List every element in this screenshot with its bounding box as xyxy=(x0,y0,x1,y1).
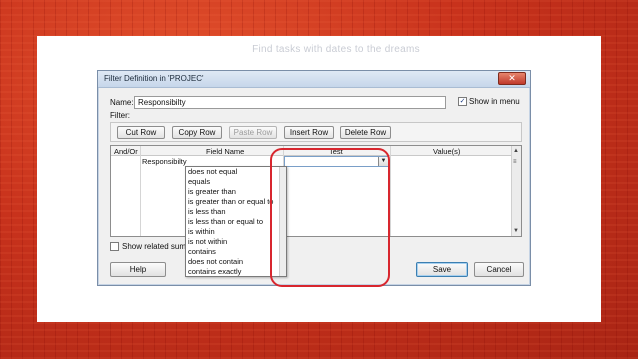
option-item[interactable]: is not within xyxy=(186,237,286,247)
option-item[interactable]: contains exactly xyxy=(186,267,286,277)
scroll-down-icon[interactable]: ▼ xyxy=(513,228,519,234)
delete-row-button[interactable]: Delete Row xyxy=(340,126,391,139)
cut-row-button[interactable]: Cut Row xyxy=(117,126,165,139)
scroll-thumb-icon[interactable]: ≡ xyxy=(513,159,517,165)
copy-row-button[interactable]: Copy Row xyxy=(172,126,222,139)
dialog-title: Filter Definition in 'PROJEC' xyxy=(104,74,204,83)
insert-row-button[interactable]: Insert Row xyxy=(284,126,334,139)
row-toolbar: Cut Row Copy Row Paste Row Insert Row De… xyxy=(110,122,522,142)
header-and-or: And/Or xyxy=(114,147,138,156)
grid-header: And/Or Field Name Test Value(s) xyxy=(111,146,511,156)
option-item[interactable]: does not contain xyxy=(186,257,286,267)
paste-row-button[interactable]: Paste Row xyxy=(229,126,277,139)
show-in-menu-option[interactable]: ✓ Show in menu xyxy=(458,97,520,106)
show-in-menu-checkbox[interactable]: ✓ xyxy=(458,97,467,106)
slide-title: Find tasks with dates to the dreams xyxy=(252,44,420,55)
filter-label: Filter: xyxy=(110,111,130,120)
dialog-titlebar: Filter Definition in 'PROJEC' ✕ xyxy=(98,71,530,88)
option-item[interactable]: is less than xyxy=(186,207,286,217)
option-item[interactable]: is greater than or equal to xyxy=(186,197,286,207)
header-test: Test xyxy=(329,147,343,156)
grid-divider xyxy=(140,146,141,236)
option-item[interactable]: does not equal xyxy=(186,167,286,177)
save-button[interactable]: Save xyxy=(416,262,468,277)
option-item[interactable]: is less than or equal to xyxy=(186,217,286,227)
header-field-name: Field Name xyxy=(206,147,245,156)
option-item[interactable]: equals xyxy=(186,177,286,187)
option-item[interactable]: is within xyxy=(186,227,286,237)
name-label: Name: xyxy=(110,98,134,107)
show-summary-checkbox[interactable] xyxy=(110,242,119,251)
filter-grid: And/Or Field Name Test Value(s) Responsi… xyxy=(110,145,522,237)
option-item[interactable]: is greater than xyxy=(186,187,286,197)
close-button[interactable]: ✕ xyxy=(498,72,526,85)
help-button[interactable]: Help xyxy=(110,262,166,277)
name-input[interactable]: Responsibilty xyxy=(134,96,446,109)
grid-scrollbar[interactable]: ▲ ≡ ▼ xyxy=(511,146,521,236)
scroll-up-icon[interactable]: ▲ xyxy=(513,148,519,154)
grid-divider xyxy=(390,146,391,236)
option-item[interactable]: contains xyxy=(186,247,286,257)
options-scrollbar[interactable] xyxy=(279,167,286,276)
cancel-button[interactable]: Cancel xyxy=(474,262,524,277)
filter-definition-dialog: Filter Definition in 'PROJEC' ✕ Name: Re… xyxy=(97,70,531,286)
chevron-down-icon[interactable]: ▼ xyxy=(378,157,388,166)
close-icon: ✕ xyxy=(508,73,516,83)
show-in-menu-label: Show in menu xyxy=(469,97,520,106)
test-combobox[interactable]: ▼ xyxy=(284,156,389,167)
header-values: Value(s) xyxy=(433,147,461,156)
cell-field-name[interactable]: Responsibilty xyxy=(142,157,187,166)
test-options-list[interactable]: does not equal equals is greater than is… xyxy=(185,166,287,277)
